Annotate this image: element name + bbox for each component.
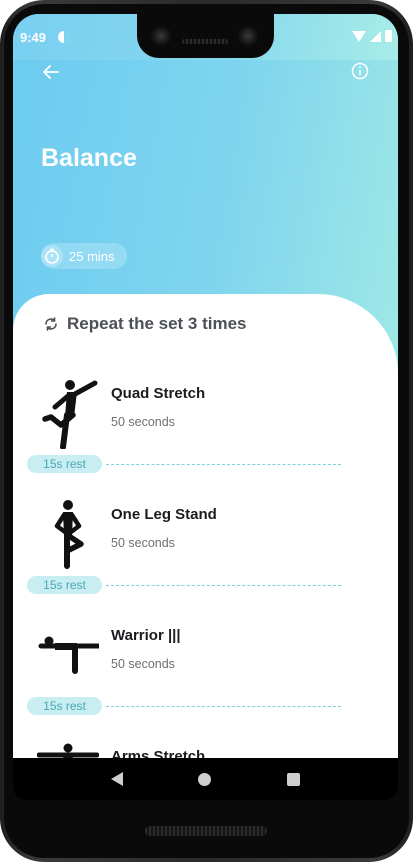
phone-notch: [137, 14, 274, 58]
rest-badge: 15s rest: [27, 455, 102, 473]
wifi-icon: [352, 30, 366, 42]
exercise-item-warrior-3[interactable]: Warrior ||| 50 seconds 15s rest: [13, 621, 398, 731]
exercise-name: One Leg Stand: [111, 506, 217, 523]
battery-icon: [385, 30, 392, 42]
nav-home-icon[interactable]: [198, 772, 212, 786]
status-time: 9:49: [20, 30, 47, 45]
earpiece-speaker: [182, 39, 228, 44]
android-nav-bar: [13, 758, 398, 800]
rest-badge: 15s rest: [27, 576, 102, 594]
repeat-header: Repeat the set 3 times: [43, 314, 247, 334]
repeat-icon: [45, 317, 57, 331]
status-indicators: [352, 30, 392, 42]
exercise-list-card: Repeat the set 3 times Quad Stretch 50 s…: [13, 294, 398, 772]
exercise-duration: 50 seconds: [111, 415, 175, 429]
quad-stretch-figure-icon: [42, 380, 98, 449]
exercise-duration: 50 seconds: [111, 536, 175, 550]
rest-divider: [106, 585, 341, 586]
phone-frame: 9:49 Balance 25 mins Repeat the set 3 ti…: [0, 0, 413, 862]
nav-recents-icon[interactable]: [287, 772, 301, 786]
exercise-name: Warrior |||: [111, 627, 181, 644]
info-icon: [351, 62, 369, 80]
rest-badge: 15s rest: [27, 697, 102, 715]
nav-back-icon[interactable]: [110, 772, 123, 786]
arrow-left-icon: [43, 65, 59, 79]
page-title: Balance: [41, 144, 137, 172]
info-button[interactable]: [350, 61, 370, 81]
exercise-item-quad-stretch[interactable]: Quad Stretch 50 seconds 15s rest: [13, 379, 398, 489]
rest-divider: [106, 706, 341, 707]
back-button[interactable]: [39, 60, 63, 84]
repeat-text: Repeat the set 3 times: [67, 314, 247, 333]
screen: 9:49 Balance 25 mins Repeat the set 3 ti…: [13, 14, 398, 800]
exercise-item-one-leg-stand[interactable]: One Leg Stand 50 seconds 15s rest: [13, 500, 398, 610]
front-sensor-icon: [238, 26, 258, 46]
bottom-speaker: [145, 826, 267, 836]
signal-icon: [370, 30, 381, 42]
duration-text: 25 mins: [69, 248, 115, 264]
exercise-duration: 50 seconds: [111, 657, 175, 671]
warrior-three-figure-icon: [38, 636, 99, 674]
duration-badge: 25 mins: [41, 243, 127, 269]
exercise-name: Quad Stretch: [111, 385, 206, 402]
front-camera-icon: [151, 26, 171, 46]
one-leg-stand-figure-icon: [54, 500, 84, 569]
rest-divider: [106, 464, 341, 465]
stopwatch-icon: [41, 245, 63, 267]
app-notification-icon: [58, 31, 70, 43]
